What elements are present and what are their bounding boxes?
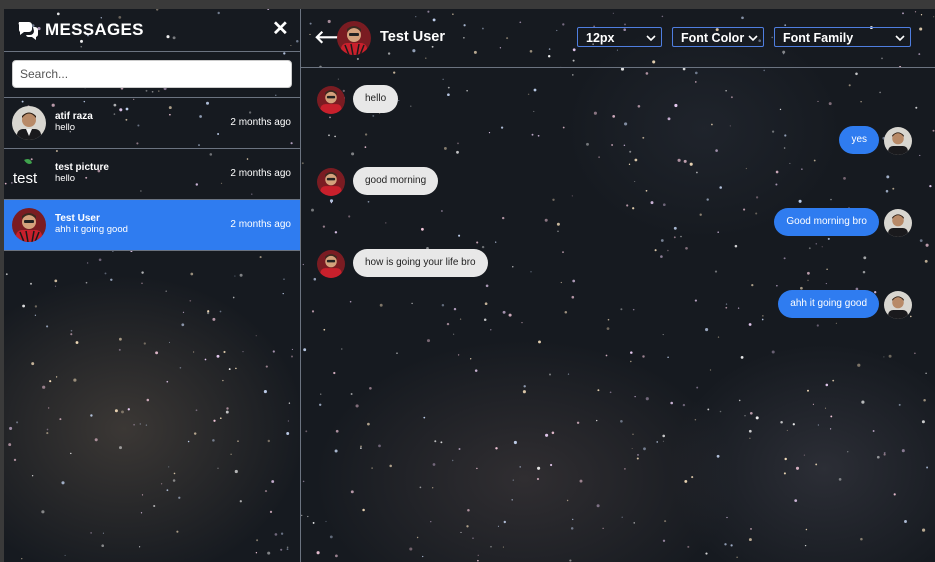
- message-bubble: ahh it going good: [778, 290, 879, 318]
- sidebar-header: MESSAGES ✕: [4, 9, 300, 52]
- message-incoming: hello: [301, 85, 935, 115]
- sender-avatar: [884, 127, 912, 155]
- message-outgoing: Good morning bro: [301, 208, 935, 238]
- sender-avatar: [884, 209, 912, 237]
- avatar: [12, 106, 46, 140]
- comments-icon: [18, 22, 39, 40]
- sender-avatar: [317, 168, 345, 196]
- font-size-select[interactable]: 12px: [577, 27, 662, 47]
- conversation-item-atif-raza[interactable]: atif raza hello 2 months ago: [4, 98, 300, 149]
- conversation-name: atif raza: [55, 111, 93, 122]
- conversation-preview: hello: [55, 173, 76, 184]
- message-bubble: hello: [353, 85, 399, 113]
- message-bubble: Good morning bro: [774, 208, 879, 236]
- contact-name: Test User: [380, 29, 446, 45]
- message-incoming: how is going your life bro: [301, 249, 935, 279]
- chat-panel: 🡐 Test User 12px Font Color: [301, 9, 935, 562]
- chevron-down-icon: [895, 35, 905, 42]
- conversation-preview: ahh it going good: [55, 224, 128, 235]
- conversation-preview: hello: [55, 122, 76, 133]
- svg-text:test: test: [13, 170, 38, 187]
- message-bubble: yes: [839, 126, 879, 154]
- conversation-name: Test User: [55, 213, 100, 224]
- sender-avatar: [317, 86, 345, 114]
- conversation-sidebar: MESSAGES ✕ atif raza hello 2 months ago: [4, 9, 301, 562]
- app-window: MESSAGES ✕ atif raza hello 2 months ago: [4, 9, 935, 562]
- conversation-item-test-user[interactable]: Test User ahh it going good 2 months ago: [4, 200, 300, 251]
- avatar: test: [12, 157, 46, 191]
- contact-avatar: [337, 21, 371, 55]
- sidebar-title: MESSAGES: [45, 20, 144, 39]
- message-outgoing: ahh it going good: [301, 290, 935, 320]
- conversation-item-test-picture[interactable]: test test picture hello 2 months ago: [4, 149, 300, 200]
- conversation-name: test picture: [55, 162, 109, 173]
- message-incoming: good morning: [301, 167, 935, 197]
- conversation-time: 2 months ago: [230, 168, 291, 179]
- sender-avatar: [884, 291, 912, 319]
- chevron-down-icon: [646, 35, 656, 42]
- chat-header: 🡐 Test User 12px Font Color: [301, 9, 935, 68]
- sender-avatar: [317, 250, 345, 278]
- font-family-select[interactable]: Font Family: [774, 27, 911, 47]
- search-bar: [4, 52, 300, 98]
- message-bubble: good morning: [353, 167, 439, 195]
- font-color-select-value: Font Color: [681, 31, 745, 45]
- search-input[interactable]: [12, 60, 292, 88]
- chevron-down-icon: [748, 35, 758, 42]
- conversation-time: 2 months ago: [230, 219, 291, 230]
- font-family-select-value: Font Family: [783, 31, 854, 45]
- font-size-select-value: 12px: [586, 31, 615, 45]
- message-bubble: how is going your life bro: [353, 249, 488, 277]
- font-color-select[interactable]: Font Color: [672, 27, 764, 47]
- avatar: [12, 208, 46, 242]
- message-outgoing: yes: [301, 126, 935, 156]
- conversation-time: 2 months ago: [230, 117, 291, 128]
- close-icon[interactable]: ✕: [272, 17, 289, 41]
